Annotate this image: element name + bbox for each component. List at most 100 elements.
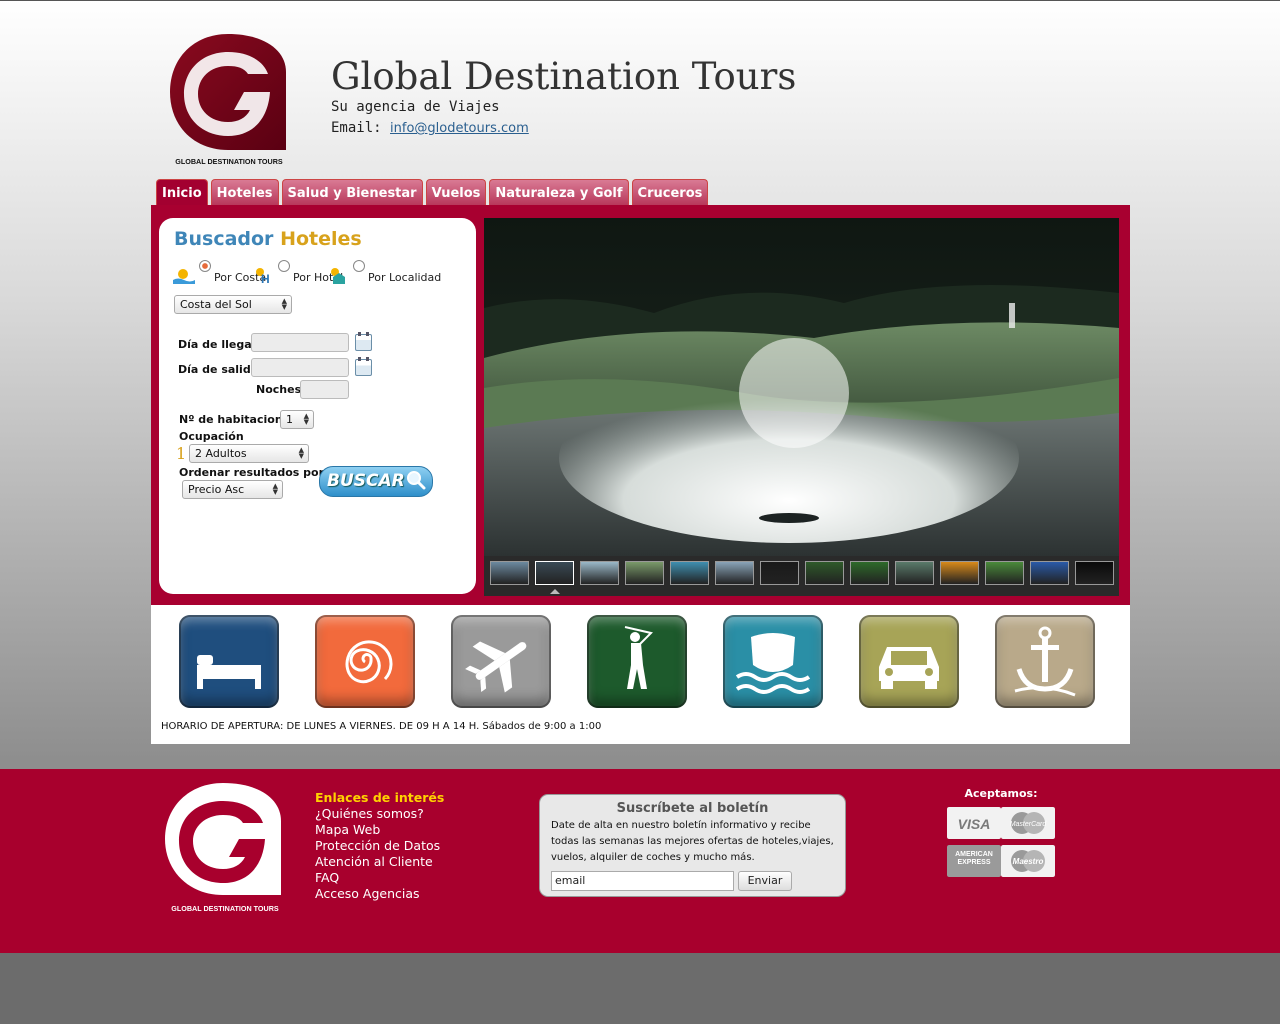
tab-vuelos[interactable]: Vuelos xyxy=(425,179,487,205)
tagline: Su agencia de Viajes xyxy=(331,99,500,115)
slideshow-thumbnail[interactable] xyxy=(715,561,754,585)
departure-date-input[interactable] xyxy=(251,358,349,377)
radio-por-hotel[interactable] xyxy=(277,260,290,272)
costa-select-value: Costa del Sol xyxy=(180,298,252,311)
main-banner: Buscador Hoteles Por Costa H Por Hotel P… xyxy=(151,205,1130,605)
slideshow-thumbnail[interactable] xyxy=(895,561,934,585)
mode-por-localidad[interactable]: Por Localidad xyxy=(327,260,442,284)
image-slideshow xyxy=(484,218,1119,596)
slideshow-photo-fountain-golf[interactable] xyxy=(484,218,1119,556)
footer-brand-logo[interactable]: GLOBAL DESTINATION TOURS xyxy=(163,781,285,913)
search-title-word-2: Hoteles xyxy=(280,228,362,250)
brand-logo[interactable]: GLOBAL DESTINATION TOURS xyxy=(164,30,294,168)
site-title: Global Destination Tours xyxy=(331,55,797,98)
visa-card-icon: VISA xyxy=(947,807,1001,839)
slideshow-thumbnail[interactable] xyxy=(760,561,799,585)
slideshow-thumbnail[interactable] xyxy=(490,561,529,585)
arrival-date-input[interactable] xyxy=(251,333,349,352)
category-nautica-button[interactable] xyxy=(995,615,1095,708)
car-icon xyxy=(879,647,939,689)
email-row: Email: info@glodetours.com xyxy=(331,120,529,136)
accepted-payments-label: Aceptamos: xyxy=(964,787,1038,800)
calendar-icon[interactable] xyxy=(355,332,372,351)
occupancy-select[interactable]: 2 Adultos ▲ ▼ xyxy=(189,444,309,463)
golfer-icon xyxy=(624,626,653,689)
slideshow-thumbnail[interactable] xyxy=(940,561,979,585)
amex-card-icon: AMERICAN EXPRESS xyxy=(947,845,1001,877)
footer-link-proteccion-datos[interactable]: Protección de Datos xyxy=(315,838,444,854)
tab-naturaleza-y-golf[interactable]: Naturaleza y Golf xyxy=(489,179,629,205)
mode-label: Por Localidad xyxy=(368,271,442,284)
rooms-select-value: 1 xyxy=(286,413,293,426)
svg-text:H: H xyxy=(261,272,270,284)
maestro-card-label: Maestro xyxy=(1013,857,1044,866)
slideshow-thumbnail[interactable] xyxy=(670,561,709,585)
footer: GLOBAL DESTINATION TOURS Enlaces de inte… xyxy=(0,769,1280,953)
slideshow-thumbnail[interactable] xyxy=(625,561,664,585)
active-thumbnail-pointer xyxy=(550,589,560,594)
nights-input[interactable] xyxy=(300,380,349,399)
category-hoteles-button[interactable] xyxy=(179,615,279,708)
footer-link-quienes-somos[interactable]: ¿Quiénes somos? xyxy=(315,806,444,822)
slideshow-thumbnail[interactable] xyxy=(535,561,574,585)
bed-icon xyxy=(197,655,261,689)
opening-hours-text: HORARIO DE APERTURA: DE LUNES A VIERNES.… xyxy=(161,721,602,732)
footer-links: Enlaces de interés ¿Quiénes somos? Mapa … xyxy=(315,790,444,902)
calendar-icon[interactable] xyxy=(355,357,372,376)
slideshow-thumbnail[interactable] xyxy=(1075,561,1114,585)
rooms-select[interactable]: 1 ▲ ▼ xyxy=(280,410,314,429)
radio-por-localidad[interactable] xyxy=(352,260,365,272)
search-title: Buscador Hoteles xyxy=(174,228,362,250)
slideshow-thumbnail[interactable] xyxy=(805,561,844,585)
radio-por-costa[interactable] xyxy=(198,260,211,272)
links-heading: Enlaces de interés xyxy=(315,790,445,805)
town-icon xyxy=(331,268,345,284)
costa-select[interactable]: Costa del Sol ▲ ▼ xyxy=(174,295,292,314)
mastercard-icon: MasterCard xyxy=(1001,807,1055,839)
chevron-updown-icon: ▲ ▼ xyxy=(298,446,304,460)
footer-link-acceso-agencias[interactable]: Acceso Agencias xyxy=(315,886,444,902)
email-link[interactable]: info@glodetours.com xyxy=(390,121,529,136)
buscar-button[interactable]: BUSCAR xyxy=(319,466,433,497)
departure-label: Día de salida xyxy=(178,363,259,376)
newsletter-description: Date de alta en nuestro boletín informat… xyxy=(551,820,834,863)
chevron-updown-icon: ▲ ▼ xyxy=(272,482,278,496)
slideshow-thumbnail[interactable] xyxy=(850,561,889,585)
visa-card-label: VISA xyxy=(958,816,991,832)
main-nav: Inicio Hoteles Salud y Bienestar Vuelos … xyxy=(156,179,709,205)
newsletter-submit-button[interactable]: Enviar xyxy=(738,871,792,891)
hotel-search-panel: Buscador Hoteles Por Costa H Por Hotel P… xyxy=(159,218,476,594)
footer-link-atencion-cliente[interactable]: Atención al Cliente xyxy=(315,854,444,870)
sort-select[interactable]: Precio Asc ▲ ▼ xyxy=(182,480,283,499)
footer-link-mapa-web[interactable]: Mapa Web xyxy=(315,822,444,838)
mastercard-label: MasterCard xyxy=(1010,821,1048,828)
maestro-card-icon: Maestro xyxy=(1001,845,1055,877)
slideshow-thumbnail[interactable] xyxy=(580,561,619,585)
slideshow-thumbnail[interactable] xyxy=(985,561,1024,585)
tab-inicio[interactable]: Inicio xyxy=(156,179,208,205)
tab-hoteles[interactable]: Hoteles xyxy=(210,179,279,205)
category-vuelos-button[interactable] xyxy=(451,615,551,708)
newsletter-email-input[interactable]: email xyxy=(551,871,734,891)
amex-card-label: AMERICAN EXPRESS xyxy=(955,851,993,866)
slideshow-thumbnail[interactable] xyxy=(1030,561,1069,585)
tab-salud-y-bienestar[interactable]: Salud y Bienestar xyxy=(281,179,423,205)
logo-caption: GLOBAL DESTINATION TOURS xyxy=(175,157,283,166)
footer-link-faq[interactable]: FAQ xyxy=(315,870,444,886)
search-title-word-1: Buscador xyxy=(174,228,274,250)
thumbnail-strip xyxy=(484,556,1119,596)
newsletter-box: Suscríbete al boletín Date de alta en nu… xyxy=(539,794,846,897)
newsletter-title: Suscríbete al boletín xyxy=(616,801,769,816)
chevron-updown-icon: ▲ ▼ xyxy=(281,297,287,311)
occupancy-label: Ocupación xyxy=(179,430,244,443)
magnifier-icon xyxy=(407,471,426,490)
anchor-icon xyxy=(1014,626,1076,697)
category-salud-button[interactable] xyxy=(315,615,415,708)
occupancy-select-value: 2 Adultos xyxy=(195,447,247,460)
hotel-h-icon: H xyxy=(256,268,270,284)
category-coches-button[interactable] xyxy=(859,615,959,708)
category-cruceros-button[interactable] xyxy=(723,615,823,708)
sort-select-value: Precio Asc xyxy=(188,483,245,496)
category-golf-button[interactable] xyxy=(587,615,687,708)
tab-cruceros[interactable]: Cruceros xyxy=(631,179,709,205)
